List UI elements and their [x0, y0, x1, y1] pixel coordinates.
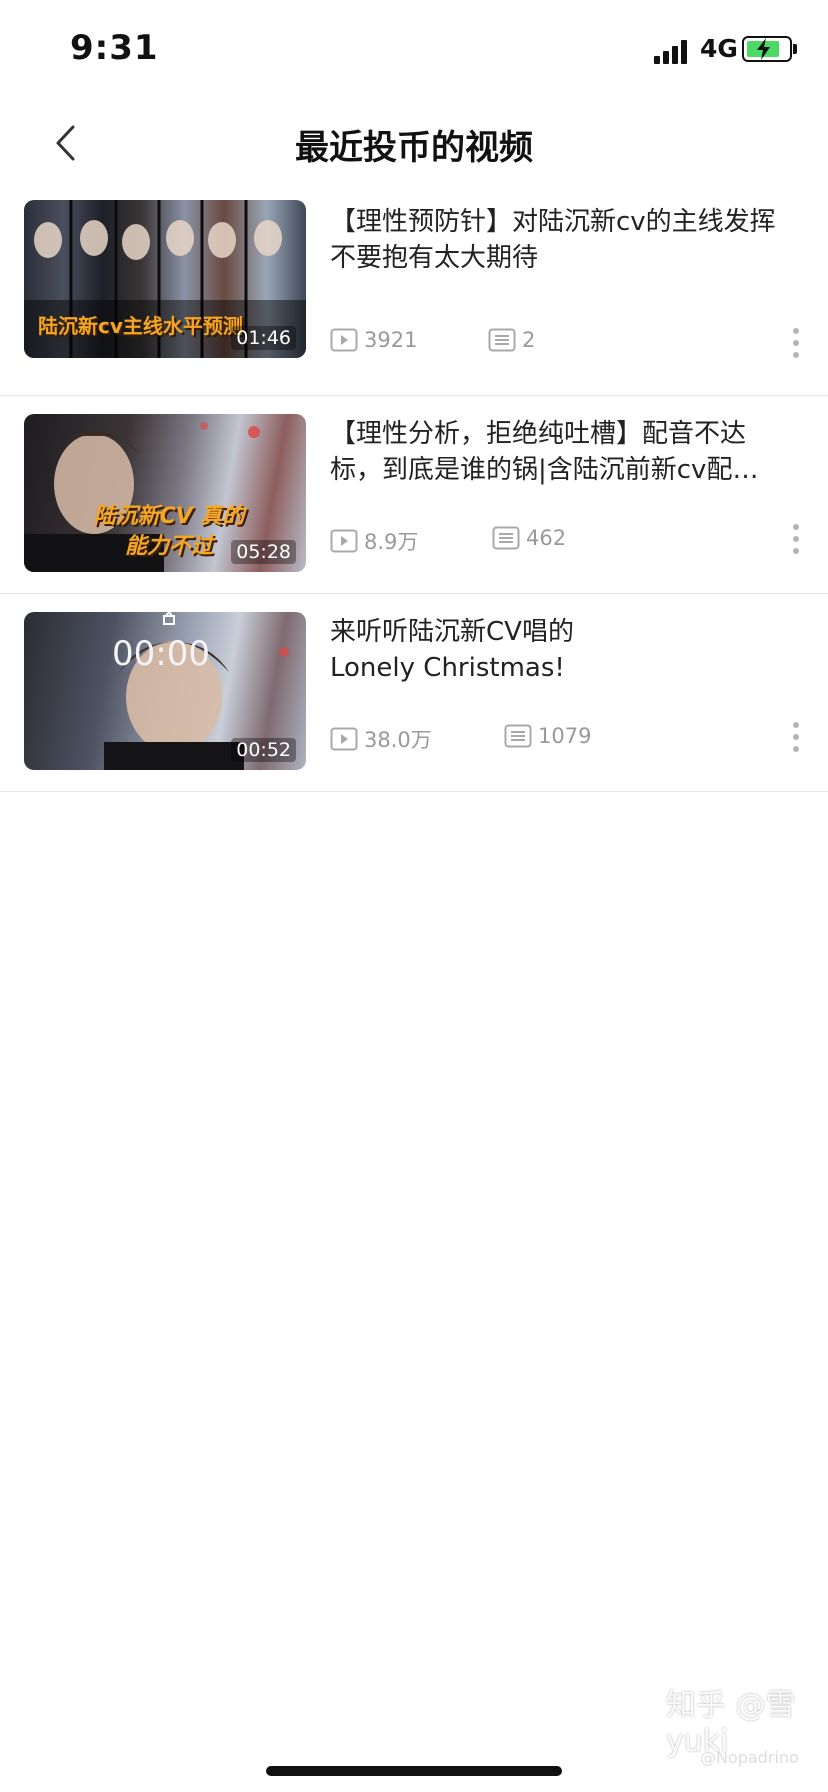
play-count: 38.0万: [330, 724, 432, 754]
video-thumbnail[interactable]: 陆沉新CV 真的能力不过 05:28: [24, 414, 306, 572]
comment-count: 1079: [504, 724, 591, 748]
comment-count: 462: [492, 526, 566, 550]
dot-icon: [793, 328, 799, 334]
play-count-value: 3921: [364, 328, 418, 352]
play-count: 8.9万: [330, 526, 418, 556]
comment-count-value: 1079: [538, 724, 592, 748]
video-list-item[interactable]: 00:00 00:52 来听听陆沉新CV唱的 Lonely Christmas!…: [0, 594, 828, 792]
comment-icon: [488, 328, 516, 352]
video-title[interactable]: 来听听陆沉新CV唱的 Lonely Christmas!: [330, 614, 790, 686]
video-duration: 05:28: [231, 540, 296, 564]
video-title[interactable]: 【理性分析，拒绝纯吐槽】配音不达标，到底是谁的锅|含陆沉前新cv配…: [330, 416, 790, 488]
more-options-button[interactable]: [786, 712, 806, 762]
thumbnail-caption: 00:00: [112, 634, 210, 674]
dot-icon: [793, 536, 799, 542]
watermark-sub: @Nopadrino: [700, 1748, 799, 1767]
thumbnail-caption: 陆沉新cv主线水平预测: [38, 314, 243, 338]
video-list: 陆沉新cv主线水平预测 01:46 【理性预防针】对陆沉新cv的主线发挥不要抱有…: [0, 198, 828, 792]
dot-icon: [793, 352, 799, 358]
dot-icon: [793, 746, 799, 752]
thumbnail-caption: 陆沉新CV 真的能力不过: [93, 504, 245, 559]
more-options-button[interactable]: [786, 514, 806, 564]
status-bar: 9:31 4G: [0, 0, 828, 100]
network-type: 4G: [700, 34, 738, 63]
comment-icon: [504, 724, 532, 748]
home-indicator[interactable]: [266, 1766, 562, 1776]
video-thumbnail[interactable]: 陆沉新cv主线水平预测 01:46: [24, 200, 306, 358]
play-icon: [330, 529, 358, 553]
page-title: 最近投币的视频: [295, 128, 533, 168]
dot-icon: [793, 340, 799, 346]
play-icon: [330, 727, 358, 751]
video-list-item[interactable]: 陆沉新CV 真的能力不过 05:28 【理性分析，拒绝纯吐槽】配音不达标，到底是…: [0, 396, 828, 594]
play-count: 3921: [330, 328, 417, 352]
nav-bar: 最近投币的视频: [0, 100, 828, 188]
play-icon: [330, 328, 358, 352]
comment-count-value: 462: [526, 526, 567, 550]
comment-icon: [492, 526, 520, 550]
dot-icon: [793, 524, 799, 530]
battery-icon: [742, 36, 797, 62]
dot-icon: [793, 548, 799, 554]
more-options-button[interactable]: [786, 318, 806, 368]
dot-icon: [793, 734, 799, 740]
video-duration: 00:52: [231, 738, 296, 762]
play-count-value: 38.0万: [364, 728, 432, 752]
video-thumbnail[interactable]: 00:00 00:52: [24, 612, 306, 770]
status-time: 9:31: [70, 28, 159, 68]
signal-icon: [654, 40, 688, 64]
video-duration: 01:46: [231, 326, 296, 350]
comment-count: 2: [488, 328, 535, 352]
video-title[interactable]: 【理性预防针】对陆沉新cv的主线发挥不要抱有太大期待: [330, 204, 790, 276]
video-list-item[interactable]: 陆沉新cv主线水平预测 01:46 【理性预防针】对陆沉新cv的主线发挥不要抱有…: [0, 198, 828, 396]
play-count-value: 8.9万: [364, 530, 419, 554]
comment-count-value: 2: [522, 328, 536, 352]
dot-icon: [793, 722, 799, 728]
